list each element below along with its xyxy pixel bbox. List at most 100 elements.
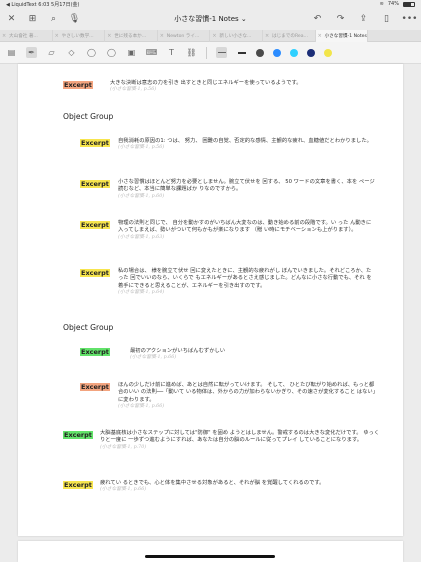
excerpt-tag[interactable]: Excerpt [63, 481, 93, 489]
navigation-bar: ✕ ⊞ ⌕ 🎙 小さな習慣-1 Notes ⌄ ↶ ↷ ⇪ ▯ ••• [0, 8, 421, 30]
close-tab-icon[interactable]: × [2, 33, 6, 39]
close-tab-icon[interactable]: × [212, 33, 216, 39]
thin-line-icon[interactable] [216, 47, 227, 58]
excerpt-body: 最初のアクションがいちばんむずかしい [130, 348, 226, 354]
keyboard-icon[interactable]: ⌨ [146, 47, 158, 58]
close-tab-icon[interactable]: × [160, 33, 164, 39]
excerpt-text[interactable]: 自我消耗の原因の1: つは、 努力、 困難の自覚、否定的な感情、主観的な疲れ、血… [118, 138, 376, 151]
excerpt-citation: (小さな習慣-1, p.64) [118, 290, 165, 296]
notes-page: Excerpt 大きな決断は意志の力を引き 出すときと同じエネルギーを使っている… [18, 64, 403, 536]
excerpt-body: 小さな習慣はほとんど努力を必要としません。腕立て伏せを 回する、 50 ワードの… [118, 179, 375, 193]
redo-icon[interactable]: ↷ [335, 14, 346, 25]
tab-label: 小さな習慣-1 Notes [324, 34, 367, 39]
toolbar-divider [206, 46, 207, 59]
excerpt-citation: (小さな習慣-1, p.63) [118, 234, 165, 240]
tab-7-active[interactable]: × 小さな習慣-1 Notes [315, 30, 369, 42]
excerpt-text[interactable]: 物理の法則と同じで、 自分を動かすのがいちばん大変なのは、動き始める前の段階です… [118, 220, 376, 241]
close-tab-icon[interactable]: × [265, 33, 269, 39]
microphone-icon[interactable]: 🎙 [69, 14, 80, 25]
shapes-icon[interactable]: ◯ [106, 47, 117, 58]
excerpt-text[interactable]: 最初のアクションがいちばんむずかしい (小さな習慣-1, p.66) [130, 348, 370, 361]
battery-percent: 74% [387, 1, 399, 7]
folder-icon[interactable]: ▤ [6, 47, 17, 58]
text-box-icon[interactable]: T [166, 47, 177, 58]
excerpt-citation: (小さな習慣-1, p.56) [118, 145, 165, 151]
status-bar: ◀ LiquidText 6:03 5月17日(金) ≋ 74% [0, 0, 421, 8]
home-indicator[interactable] [145, 555, 275, 558]
undo-icon[interactable]: ↶ [312, 14, 323, 25]
image-icon[interactable]: ▣ [126, 47, 137, 58]
status-right: ≋ 74% [380, 1, 415, 7]
document-tabs: × 大山會社 著... × やさしい数学... × 世に残る本か... × Newton… [0, 30, 421, 42]
tab-2[interactable]: × やさしい数学... [53, 30, 106, 42]
close-tab-icon[interactable]: × [318, 33, 322, 39]
color-swatch-navy[interactable] [307, 48, 315, 57]
tab-label: 新しい小さな... [219, 34, 252, 39]
highlighter-icon[interactable]: ▱ [46, 47, 57, 58]
excerpt-citation: (小さな習慣-1, p.56) [110, 87, 157, 93]
excerpt-citation: (小さな習慣-1, p.60) [118, 193, 165, 199]
tab-label: 世に残る本か... [114, 34, 147, 39]
color-swatch-blue[interactable] [273, 48, 281, 57]
share-icon[interactable]: ⇪ [358, 14, 369, 25]
next-page [18, 541, 403, 562]
tab-label: Newton ライ... [166, 34, 200, 39]
tab-5[interactable]: × 新しい小さな... [210, 30, 263, 42]
search-icon[interactable]: ⌕ [48, 14, 59, 25]
excerpt-tag[interactable]: Excerpt [63, 431, 93, 439]
close-icon[interactable]: ✕ [6, 14, 17, 25]
tab-3[interactable]: × 世に残る本か... [105, 30, 158, 42]
excerpt-body: 物理の法則と同じで、 自分を動かすのがいちばん大変なのは、動き始める前の段階です… [118, 220, 372, 234]
annotation-toolbar: ▤ ✒ ▱ ◇ ◯ ◯ ▣ ⌨ T ⛓ [0, 42, 421, 64]
lasso-icon[interactable]: ◯ [86, 47, 97, 58]
excerpt-body: 私の場合は、 様を腕立て伏せ 回に変えたときに、主観的な疲れがし ぼんでいきまし… [118, 268, 372, 289]
object-group-heading[interactable]: Object Group [63, 112, 113, 121]
excerpt-text[interactable]: ほんの少しだけ前に進めば、あとは自然に転がっていけます。 そして、 ひとたび転が… [118, 382, 378, 410]
color-swatch-cyan[interactable] [290, 48, 298, 57]
grid-icon[interactable]: ⊞ [27, 14, 38, 25]
excerpt-tag[interactable]: Excerpt [80, 269, 110, 277]
excerpt-citation: (小さな習慣-1, p.66) [118, 404, 165, 410]
excerpt-body: 大きな決断は意志の力を引き 出すときと同じエネルギーを使っているようです。 [110, 80, 302, 86]
excerpt-text[interactable]: 大脳基底核は小さなステップに対しては"防御" を固め ようとはしません。警戒する… [100, 430, 380, 451]
excerpt-text[interactable]: 疲れてい るときでも、心と体を集中させる対象があると、それが脳 を覚醒してくれる… [100, 480, 380, 493]
nav-left-actions: ✕ ⊞ ⌕ 🎙 [6, 14, 81, 25]
excerpt-tag[interactable]: Excerpt [80, 180, 110, 188]
excerpt-tag[interactable]: Excerpt [63, 81, 93, 89]
excerpt-tag[interactable]: Excerpt [80, 348, 110, 356]
wifi-icon: ≋ [379, 1, 384, 7]
excerpt-body: 大脳基底核は小さなステップに対しては"防御" を固め ようとはしません。警戒する… [100, 430, 380, 444]
close-tab-icon[interactable]: × [107, 33, 111, 39]
excerpt-text[interactable]: 私の場合は、 様を腕立て伏せ 回に変えたときに、主観的な疲れがし ぼんでいきまし… [118, 268, 376, 296]
excerpt-body: 自我消耗の原因の1: つは、 努力、 困難の自覚、否定的な感情、主観的な疲れ、血… [118, 138, 372, 144]
color-swatch-dark[interactable] [256, 48, 264, 57]
excerpt-body: 疲れてい るときでも、心と体を集中させる対象があると、それが脳 を覚醒してくれる… [100, 480, 325, 486]
bookmark-icon[interactable]: ▯ [381, 14, 392, 25]
status-left-text: ◀ LiquidText 6:03 5月17日(金) [6, 1, 80, 8]
excerpt-body: ほんの少しだけ前に進めば、あとは自然に転がっていけます。 そして、 ひとたび転が… [118, 382, 379, 403]
tab-label: やさしい数学... [61, 34, 94, 39]
color-swatch-yellow[interactable] [324, 48, 332, 57]
excerpt-tag[interactable]: Excerpt [80, 139, 110, 147]
tab-4[interactable]: × Newton ライ... [158, 30, 211, 42]
more-icon[interactable]: ••• [402, 14, 418, 25]
link-icon[interactable]: ⛓ [186, 47, 197, 58]
document-title[interactable]: 小さな習慣-1 Notes ⌄ [150, 14, 271, 24]
battery-icon [403, 1, 415, 7]
excerpt-text[interactable]: 大きな決断は意志の力を引き 出すときと同じエネルギーを使っているようです。 (小… [110, 80, 380, 93]
tab-1[interactable]: × 大山會社 著... [0, 30, 53, 42]
thick-line-icon[interactable] [236, 47, 247, 58]
excerpt-tag[interactable]: Excerpt [80, 383, 110, 391]
tab-label: はじまでのRea... [271, 34, 308, 39]
close-tab-icon[interactable]: × [55, 33, 59, 39]
nav-right-actions: ↶ ↷ ⇪ ▯ ••• [312, 14, 418, 25]
object-group-heading[interactable]: Object Group [63, 323, 113, 332]
pen-icon[interactable]: ✒ [26, 47, 37, 58]
tab-label: 大山會社 著... [9, 34, 38, 39]
eraser-icon[interactable]: ◇ [66, 47, 77, 58]
excerpt-citation: (小さな習慣-1, p.70) [100, 444, 147, 450]
excerpt-citation: (小さな習慣-1, p.66) [130, 355, 177, 361]
excerpt-text[interactable]: 小さな習慣はほとんど努力を必要としません。腕立て伏せを 回する、 50 ワードの… [118, 179, 376, 200]
excerpt-tag[interactable]: Excerpt [80, 221, 110, 229]
tab-6[interactable]: × はじまでのRea... [263, 30, 316, 42]
